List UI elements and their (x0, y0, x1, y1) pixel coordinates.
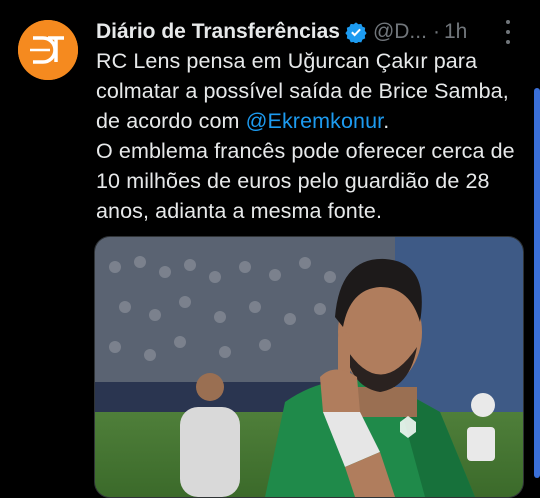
tweet-media-image[interactable] (94, 236, 524, 498)
timestamp[interactable]: 1h (444, 20, 467, 44)
mention-link[interactable]: @Ekremkonur (246, 109, 384, 133)
tweet-text: RC Lens pensa em Uğurcan Çakır para colm… (96, 46, 516, 226)
goalkeeper-photo (95, 237, 523, 497)
dt-logo-icon (18, 20, 78, 80)
avatar[interactable] (18, 20, 78, 80)
header-separator: · (432, 20, 440, 43)
verified-badge-icon (345, 21, 367, 43)
author-name[interactable]: Diário de Transferências (96, 20, 340, 44)
author-handle[interactable]: @D... (373, 20, 427, 44)
tweet-header: Diário de Transferências @D... · 1h (96, 14, 520, 50)
more-options-icon[interactable] (498, 20, 518, 44)
scrollbar[interactable] (534, 88, 540, 478)
